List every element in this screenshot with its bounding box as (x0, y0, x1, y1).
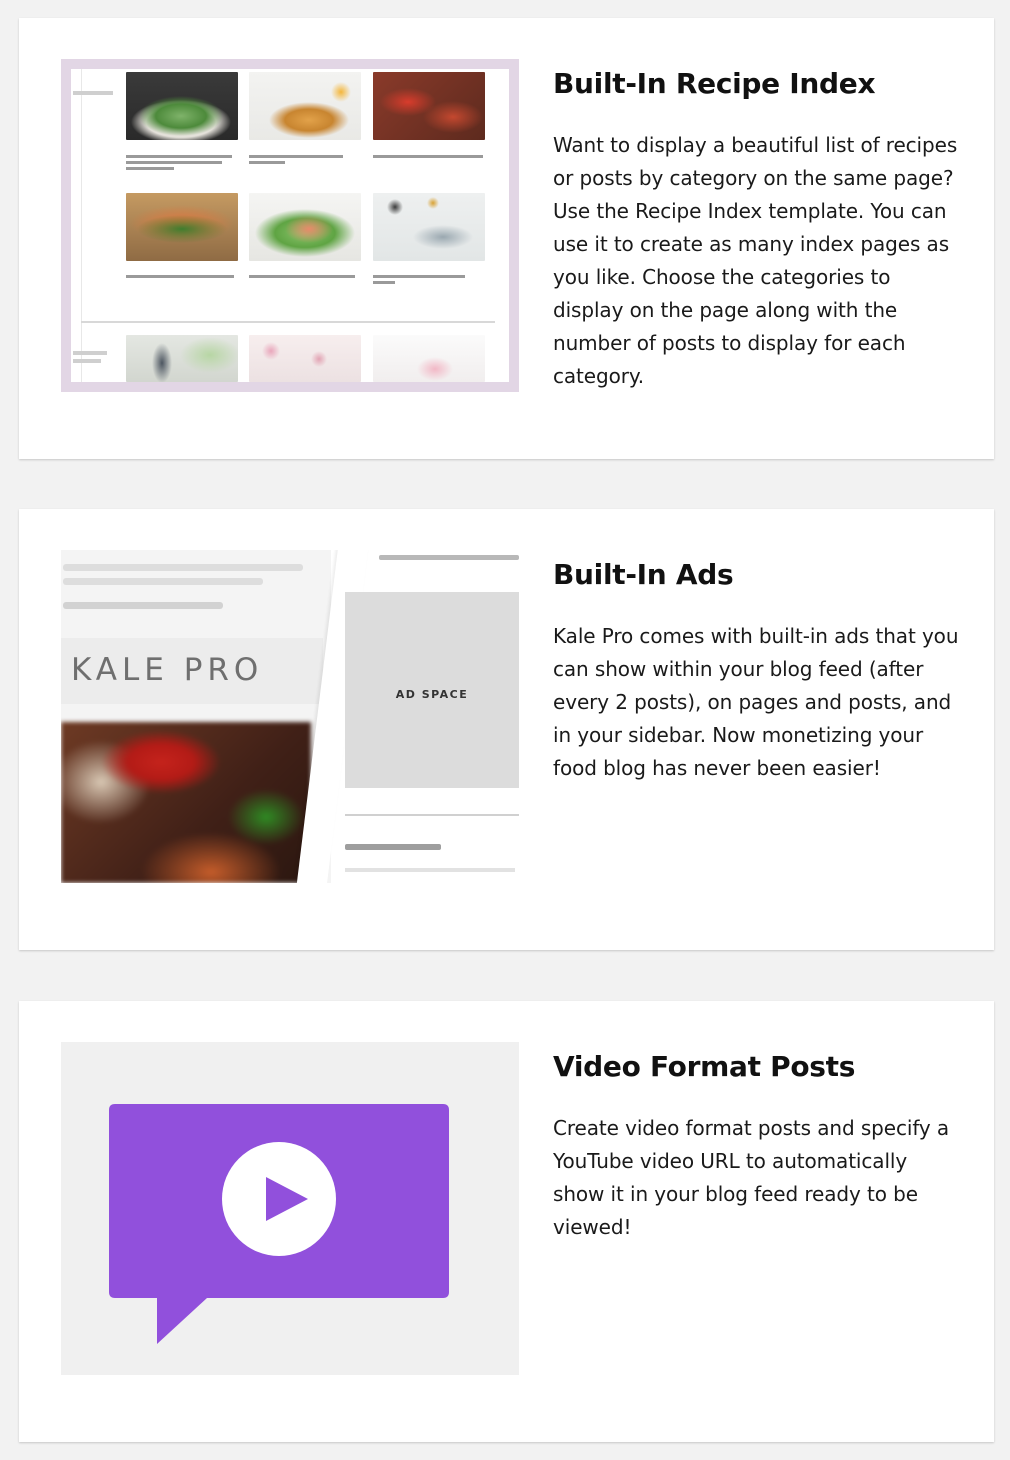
ads-screenshot: KALE PRO AD SPACE (61, 550, 519, 883)
feature-text: Built-In Ads Kale Pro comes with built-i… (553, 555, 963, 785)
recipe-photo (249, 72, 361, 140)
feature-title: Built-In Recipe Index (553, 67, 876, 100)
recipe-photo (126, 335, 238, 382)
feature-card-built-in-ads: KALE PRO AD SPACE Built-In Ads Kale Pro … (19, 509, 994, 950)
feature-text: Video Format Posts Create video format p… (553, 1047, 963, 1244)
recipe-index-screenshot (61, 59, 519, 392)
kale-pro-logo: KALE PRO (71, 652, 264, 688)
feature-card-recipe-index: Built-In Recipe Index Want to display a … (19, 18, 994, 459)
recipe-photo (126, 72, 238, 140)
food-photo (61, 722, 311, 883)
recipe-photo (249, 335, 361, 382)
features-page: Built-In Recipe Index Want to display a … (0, 0, 1010, 1460)
feature-title: Video Format Posts (553, 1050, 856, 1083)
recipe-photo (373, 193, 485, 261)
recipe-photo (126, 193, 238, 261)
video-play-icon (109, 1104, 449, 1344)
feature-card-video-format-posts: Video Format Posts Create video format p… (19, 1001, 994, 1442)
recipe-index-sheet (71, 69, 509, 382)
feature-text: Built-In Recipe Index Want to display a … (553, 64, 963, 393)
recipe-photo (249, 193, 361, 261)
ad-space-label: AD SPACE (395, 688, 469, 701)
recipe-photo (373, 72, 485, 140)
feature-description: Create video format posts and specify a … (553, 1116, 950, 1239)
video-format-illustration (61, 1042, 519, 1375)
feature-description: Kale Pro comes with built-in ads that yo… (553, 624, 959, 780)
feature-title: Built-In Ads (553, 558, 734, 591)
feature-description: Want to display a beautiful list of reci… (553, 133, 958, 388)
recipe-photo (373, 335, 485, 382)
